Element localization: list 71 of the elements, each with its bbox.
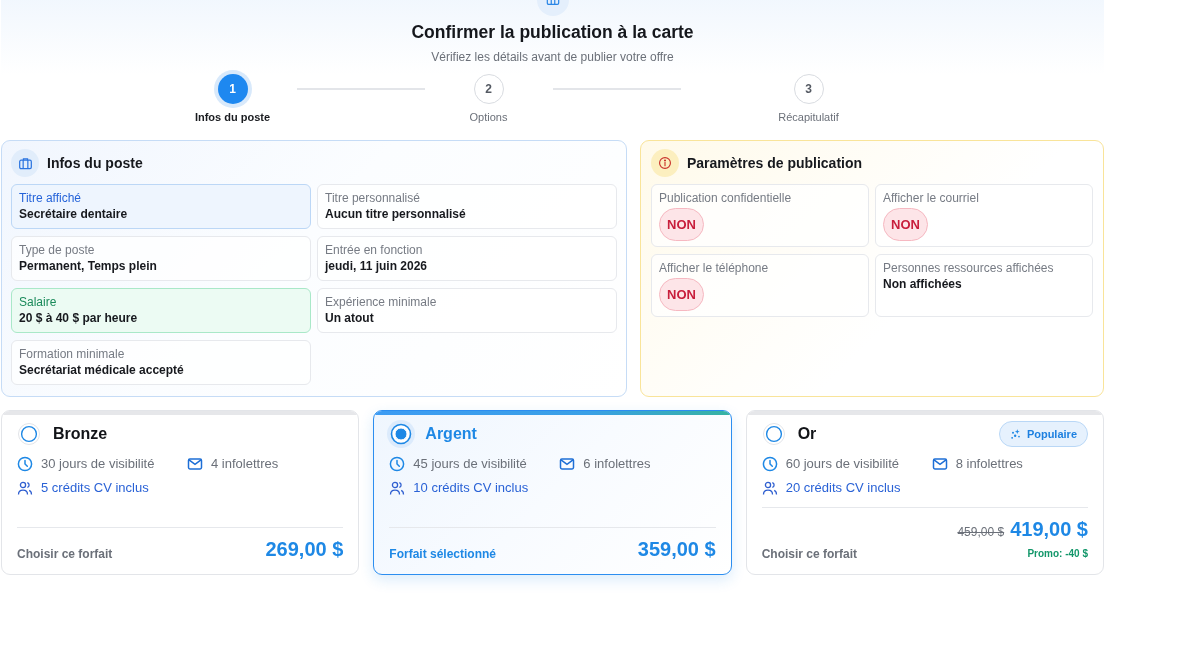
sparkle-icon — [1009, 428, 1022, 440]
panel-title: Infos du poste — [47, 155, 143, 171]
info-icon — [651, 149, 679, 177]
feature-text: 20 crédits CV inclus — [785, 479, 901, 497]
clock-icon — [761, 456, 778, 472]
field-label: Salaire — [19, 295, 57, 310]
setting-label: Afficher le courriel — [883, 191, 979, 206]
plan-name: Or — [797, 425, 817, 443]
step-label: Récapitulatif — [778, 110, 839, 124]
field-value: Aucun titre personnalisé — [325, 206, 466, 222]
mail-icon — [931, 456, 948, 472]
plan-name: Argent — [425, 425, 477, 443]
step-indicator: 2 — [473, 74, 504, 104]
mail-icon — [559, 456, 576, 472]
field-label: Formation minimale — [19, 347, 125, 362]
step-indicator: 1 — [217, 74, 248, 104]
page-title: Confirmer la publication à la carte — [411, 21, 694, 44]
feature-text: 5 crédits CV inclus — [41, 479, 149, 497]
users-icon — [761, 480, 778, 496]
field-value: 20 $ à 40 $ par heure — [19, 310, 138, 326]
step-label: Infos du poste — [194, 110, 271, 124]
clock-icon — [389, 456, 406, 472]
popular-label: Populaire — [1026, 428, 1077, 440]
plan-name: Bronze — [53, 425, 108, 443]
radio-button[interactable] — [762, 423, 785, 445]
feature-text: 45 jours de visibilité — [413, 455, 527, 473]
feature-text: 8 infolettres — [955, 455, 1023, 473]
status-badge: NON — [883, 208, 928, 241]
feature-text: 4 infolettres — [211, 455, 279, 473]
plan-card[interactable]: Or Populaire 60 jours de visibilité 8 infolettres 20 crédits CV inclus Choisir ce forfait 459,00 $ 419,00 $ Promo: -40 $ — [745, 410, 1104, 575]
setting-label: Afficher le téléphone — [659, 261, 769, 276]
radio-button[interactable] — [18, 423, 40, 445]
status-badge: NON — [659, 278, 704, 311]
plan-price: 359,00 $ — [637, 537, 716, 561]
field-value: Permanent, Temps plein — [19, 258, 157, 274]
field-label: Expérience minimale — [325, 295, 437, 310]
field-value: Secrétaire dentaire — [19, 206, 128, 222]
original-price: 459,00 $ — [957, 525, 1005, 539]
field-value: Un atout — [325, 310, 374, 326]
field-value: jeudi, 11 juin 2026 — [325, 258, 428, 274]
feature-text: 6 infolettres — [583, 455, 651, 473]
users-icon — [17, 480, 33, 496]
field-label: Entrée en fonction — [325, 243, 423, 258]
status-badge: NON — [659, 208, 704, 241]
step-label: Options — [469, 110, 508, 124]
radio-button[interactable] — [387, 420, 416, 448]
briefcase-icon — [11, 149, 39, 177]
users-icon — [389, 480, 406, 496]
setting-label: Publication confidentielle — [659, 191, 792, 206]
setting-label: Personnes ressources affichées — [883, 261, 1054, 276]
panel-title: Paramètres de publication — [687, 155, 863, 171]
plan-card[interactable]: Argent 45 jours de visibilité 6 infolettres 10 crédits CV inclus Forfait sélectionné 359,00 $ — [373, 410, 732, 575]
plan-status: Choisir ce forfait — [17, 547, 113, 561]
field-label: Titre personnalisé — [325, 191, 420, 206]
step-indicator: 3 — [793, 74, 824, 104]
field-value: Secrétariat médicale accepté — [19, 362, 184, 378]
field-label: Type de poste — [19, 243, 95, 258]
setting-value: Non affichées — [883, 276, 962, 292]
plan-card[interactable]: Bronze 30 jours de visibilité 4 infolettres 5 crédits CV inclus Choisir ce forfait 269,00 $ — [1, 410, 360, 575]
field-label: Titre affiché — [19, 191, 82, 206]
promo-text: Promo: -40 $ — [1027, 547, 1088, 561]
page-subtitle: Vérifiez les détails avant de publier votre offre — [431, 49, 674, 65]
clock-icon — [17, 456, 33, 472]
plan-status: Choisir ce forfait — [761, 547, 857, 561]
plan-status: Forfait sélectionné — [389, 547, 496, 561]
feature-text: 10 crédits CV inclus — [413, 479, 529, 497]
feature-text: 60 jours de visibilité — [785, 455, 900, 473]
plan-price: 269,00 $ — [265, 537, 344, 561]
plan-price: 419,00 $ — [1010, 517, 1088, 541]
feature-text: 30 jours de visibilité — [41, 455, 155, 473]
mail-icon — [187, 456, 203, 472]
